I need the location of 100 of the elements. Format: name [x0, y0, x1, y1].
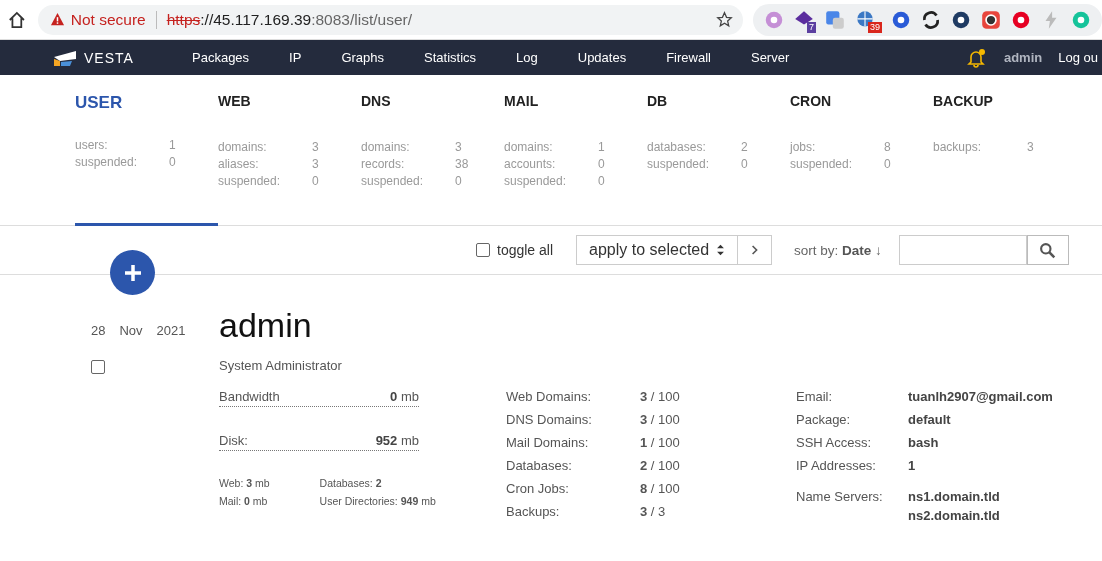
- sort-control[interactable]: sort by: Date ↓: [794, 242, 882, 258]
- stat-label: suspended:: [504, 174, 568, 188]
- limit-value: 8 / 100: [640, 481, 681, 496]
- bell-icon[interactable]: [965, 47, 986, 68]
- info-label: Package:: [796, 412, 852, 427]
- toggle-all-checkbox[interactable]: [476, 243, 490, 257]
- logo-text: VESTA: [84, 49, 134, 66]
- stat-value: 1: [598, 140, 606, 154]
- stat-value: 3: [312, 157, 320, 171]
- category-tab[interactable]: WEB domains: 3 aliases: 3 suspended: 0: [218, 75, 361, 226]
- stat-label: suspended:: [218, 174, 282, 188]
- category-tab[interactable]: CRON jobs: 8 suspended: 0: [790, 75, 933, 226]
- stat-value: 3: [455, 140, 463, 154]
- extension-icon[interactable]: [920, 8, 942, 31]
- date-year: 2021: [156, 323, 186, 338]
- usage-row: Disk: 952 mb: [219, 433, 419, 451]
- tab-title: MAIL: [504, 93, 540, 111]
- stat-label: suspended:: [790, 157, 854, 171]
- category-tab[interactable]: MAIL domains: 1 accounts: 0 suspended: 0: [504, 75, 647, 226]
- nav-link[interactable]: Packages: [192, 50, 250, 65]
- logo-icon: [52, 48, 78, 67]
- stat-value: 0: [312, 174, 320, 188]
- limit-label: Web Domains:: [506, 389, 592, 404]
- info-value: 1: [908, 458, 917, 473]
- stat-value: 0: [598, 157, 606, 171]
- extension-badge: 39: [868, 22, 882, 33]
- stat-label: domains:: [504, 140, 554, 154]
- stat-value: 0: [741, 157, 749, 171]
- stat-value: 0: [884, 157, 892, 171]
- extension-badge: 7: [806, 22, 816, 33]
- search-icon: [1039, 241, 1057, 259]
- extension-icon[interactable]: [980, 8, 1002, 31]
- search-field[interactable]: [898, 235, 1027, 265]
- limit-value: 2 / 100: [640, 458, 681, 473]
- nav-link[interactable]: IP: [289, 50, 302, 65]
- info-value: tuanlh2907@gmail.com: [908, 389, 1053, 404]
- stat-label: domains:: [218, 140, 268, 154]
- nav-link[interactable]: Statistics: [424, 50, 477, 65]
- nav-link[interactable]: Log: [516, 50, 538, 65]
- nav-link[interactable]: Graphs: [341, 50, 385, 65]
- home-icon[interactable]: [8, 10, 26, 29]
- info-label: IP Addresses:: [796, 458, 877, 473]
- info-value: default: [908, 412, 952, 427]
- limit-label: DNS Domains:: [506, 412, 593, 427]
- stat-label: suspended:: [75, 155, 139, 169]
- disk-usage-text: User Directories: 949 mb: [319, 495, 436, 507]
- info-value: ns2.domain.tld: [908, 508, 1001, 523]
- disk-usage-text: Web: 3 mb: [219, 477, 270, 489]
- vesta-logo[interactable]: VESTA: [52, 48, 192, 67]
- stat-label: databases:: [647, 140, 707, 154]
- star-icon[interactable]: [715, 11, 733, 28]
- address-bar[interactable]: Not secure https://45.117.169.39:8083/list/user/: [37, 4, 743, 35]
- date-day: 28: [91, 323, 106, 338]
- disk-usage-text: Databases: 2: [319, 477, 383, 489]
- stat-label: backups:: [933, 140, 983, 154]
- limit-label: Mail Domains:: [506, 435, 590, 450]
- nav-link[interactable]: Updates: [577, 50, 627, 65]
- limit-label: Cron Jobs:: [506, 481, 570, 496]
- warning-icon: [49, 12, 65, 27]
- security-label: Not secure: [70, 10, 146, 29]
- stat-label: accounts:: [504, 157, 557, 171]
- stat-value: 8: [884, 140, 892, 154]
- stat-label: suspended:: [361, 174, 425, 188]
- user-checkbox[interactable]: [91, 360, 105, 374]
- info-value: ns1.domain.tld: [908, 489, 1001, 504]
- stat-value: 2: [741, 140, 749, 154]
- nav-link[interactable]: Server: [750, 50, 790, 65]
- stat-label: records:: [361, 157, 406, 171]
- tab-title: DNS: [361, 93, 392, 111]
- logout-link[interactable]: Log ou: [1058, 50, 1098, 65]
- tab-title: DB: [647, 93, 669, 111]
- bulk-action-select[interactable]: apply to selected: [576, 235, 739, 265]
- stat-label: users:: [75, 138, 109, 152]
- stat-label: aliases:: [218, 157, 260, 171]
- limit-value: 3 / 100: [640, 389, 681, 404]
- toggle-all-label: toggle all: [497, 242, 554, 258]
- category-tab[interactable]: DNS domains: 3 records: 38 suspended: 0: [361, 75, 504, 226]
- limit-value: 1 / 100: [640, 435, 681, 450]
- limit-value: 3 / 3: [640, 504, 667, 519]
- category-tab[interactable]: BACKUP backups: 3: [933, 75, 1076, 226]
- stat-label: suspended:: [647, 157, 711, 171]
- tab-title: USER: [75, 93, 124, 114]
- tab-title: WEB: [218, 93, 252, 111]
- search-button[interactable]: [1026, 235, 1069, 265]
- plus-icon: [122, 262, 143, 283]
- url-text: https://45.117.169.39:8083/list/user/: [166, 10, 412, 29]
- usage-row: Bandwidth 0 mb: [219, 389, 419, 407]
- stat-value: 0: [598, 174, 606, 188]
- stat-value: 38: [455, 157, 470, 171]
- user-name[interactable]: admin: [219, 305, 1102, 345]
- nav-link[interactable]: Firewall: [666, 50, 711, 65]
- info-label: SSH Access:: [796, 435, 873, 450]
- stat-value: 0: [455, 174, 463, 188]
- stat-label: jobs:: [790, 140, 817, 154]
- add-button[interactable]: [110, 250, 155, 295]
- stat-value: 0: [169, 155, 177, 169]
- user-link[interactable]: admin: [1003, 50, 1043, 65]
- info-value: bash: [908, 435, 940, 450]
- category-tab[interactable]: DB databases: 2 suspended: 0: [647, 75, 790, 226]
- stat-value: 1: [169, 138, 177, 152]
